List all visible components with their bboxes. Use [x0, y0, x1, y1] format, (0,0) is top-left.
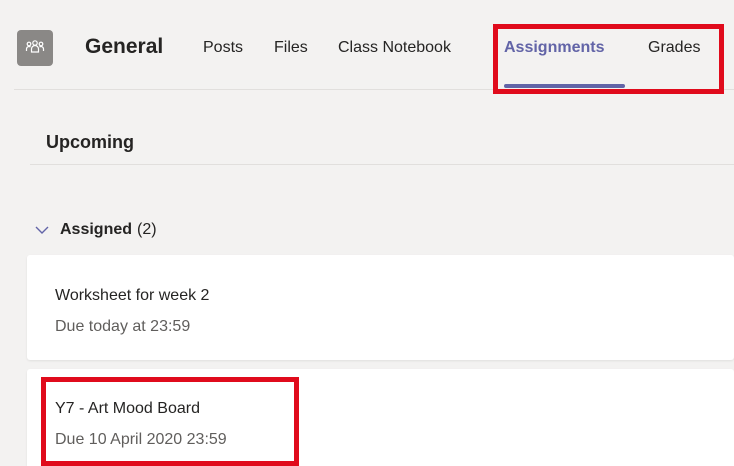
- group-count: (2): [137, 221, 157, 238]
- assignment-highlight-box-bottom: [41, 461, 299, 466]
- channel-title: General: [85, 35, 164, 58]
- assignment-title: Worksheet for week 2: [55, 287, 210, 304]
- section-title-upcoming: Upcoming: [46, 132, 134, 152]
- tab-class-notebook[interactable]: Class Notebook: [338, 38, 451, 58]
- team-avatar[interactable]: [17, 30, 53, 66]
- tabs-highlight-box: [493, 24, 724, 94]
- assignment-highlight-box: [41, 377, 299, 466]
- assigned-group-header[interactable]: Assigned (2): [34, 219, 157, 241]
- chevron-down-icon: [35, 226, 49, 234]
- assignment-card[interactable]: Worksheet for week 2 Due today at 23:59: [27, 255, 734, 360]
- tab-posts[interactable]: Posts: [203, 38, 243, 58]
- group-label: Assigned: [60, 221, 133, 238]
- tab-files[interactable]: Files: [274, 38, 308, 58]
- team-people-icon: [25, 40, 45, 53]
- section-divider: [30, 164, 734, 165]
- assignment-due: Due today at 23:59: [55, 318, 191, 335]
